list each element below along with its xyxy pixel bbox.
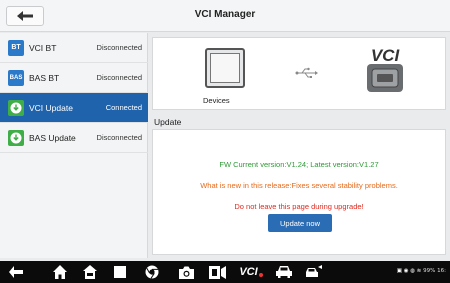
sidebar-item-label: BAS BT: [29, 72, 60, 83]
screen-record-icon[interactable]: [208, 264, 228, 280]
connection-status: Connected: [105, 103, 142, 112]
back-nav-icon[interactable]: [6, 264, 26, 280]
page-title: VCI Manager: [194, 9, 256, 20]
recent-apps-icon[interactable]: [110, 264, 130, 280]
sidebar-item-bas-bt[interactable]: BAS BAS BT Disconnected: [0, 63, 148, 93]
sidebar-item-label: BAS Update: [29, 132, 76, 143]
system-status-readout: ▣ ◉ ◍ ≋ 99% 16:: [397, 268, 446, 274]
update-panel: FW Current version:V1.24; Latest version…: [152, 129, 446, 255]
download-icon: [8, 129, 24, 146]
vci-shortcut-icon[interactable]: VCI: [238, 264, 264, 280]
bas-bluetooth-icon: BAS: [8, 69, 24, 86]
tablet-device-icon: [205, 48, 245, 88]
connection-status: Disconnected: [96, 73, 142, 82]
sidebar-item-bas-update[interactable]: BAS Update Disconnected: [0, 123, 148, 153]
system-navbar: VCI ▣ ◉ ◍ ≋ 99% 16:: [0, 261, 450, 283]
upgrade-warning-text: Do not leave this page during upgrade!: [234, 202, 364, 211]
download-icon: [8, 99, 24, 116]
update-now-button[interactable]: Update now: [268, 214, 332, 232]
bluetooth-icon: BT: [8, 39, 24, 56]
battery-time-text: 99% 16:: [423, 268, 446, 274]
release-notes-text: What is new in this release:Fixes severa…: [200, 181, 398, 190]
vehicle-diagnostics-icon[interactable]: [304, 264, 324, 280]
connection-status: Disconnected: [96, 43, 142, 52]
header-bar: VCI Manager: [0, 0, 450, 32]
firmware-version-text: FW Current version:V1.24; Latest version…: [219, 160, 379, 169]
vci-shortcut-label: VCI: [239, 266, 258, 278]
sidebar: BT VCI BT Disconnected BAS BAS BT Discon…: [0, 33, 148, 258]
sidebar-item-vci-update[interactable]: VCI Update Connected: [0, 93, 148, 123]
vci-device-icon: VCI: [367, 46, 403, 92]
notification-icons: ▣ ◉ ◍ ≋: [396, 268, 424, 274]
vehicle-home-icon[interactable]: [80, 264, 100, 280]
sidebar-item-label: VCI Update: [29, 102, 73, 113]
home-icon[interactable]: [50, 264, 70, 280]
chrome-browser-icon[interactable]: [142, 264, 162, 280]
device-connection-panel: Devices VCI: [152, 37, 446, 110]
main-content: Devices VCI Update FW Current version:V1…: [152, 37, 446, 255]
update-heading: Update: [154, 117, 182, 127]
connection-status: Disconnected: [96, 133, 142, 142]
usb-icon: [295, 67, 318, 78]
sidebar-item-vci-bt[interactable]: BT VCI BT Disconnected: [0, 33, 148, 63]
vci-logo: VCI: [371, 46, 401, 65]
devices-label: Devices: [203, 96, 230, 105]
car-service-icon[interactable]: [274, 264, 294, 280]
sidebar-item-label: VCI BT: [29, 42, 57, 53]
camera-icon[interactable]: [176, 264, 196, 280]
vci-manager-screen: VCI Manager BT VCI BT Disconnected BAS B…: [0, 0, 450, 283]
